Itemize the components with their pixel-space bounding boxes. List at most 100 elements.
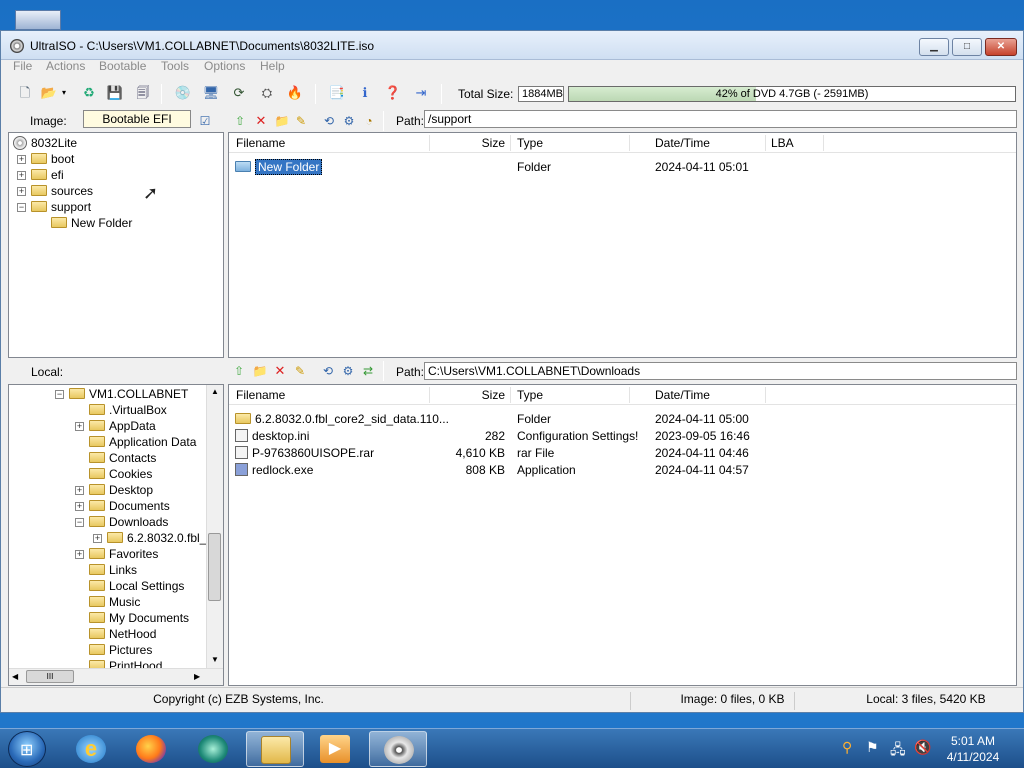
local-row-filename[interactable]: 6.2.8032.0.fbl_core2_sid_data.110... (235, 411, 449, 427)
exit-icon[interactable]: ⇥ (411, 83, 431, 103)
menu-help[interactable]: Help (260, 59, 285, 73)
local-col-datetime[interactable]: Date/Time (655, 388, 710, 402)
bootable-check-icon[interactable]: ☑ (195, 111, 215, 131)
local-col-filename[interactable]: Filename (236, 388, 285, 402)
local-path-field[interactable]: C:\Users\VM1.COLLABNET\Downloads (424, 362, 1017, 380)
local-tree-item[interactable]: Downloads (89, 514, 168, 530)
column-divider[interactable] (823, 135, 824, 151)
menu-bootable[interactable]: Bootable (99, 59, 146, 73)
local-tree-root[interactable]: VM1.COLLABNET (69, 386, 188, 402)
settings-gear-icon[interactable]: ⚙ (339, 111, 359, 131)
local-tree-item[interactable]: Pictures (89, 642, 152, 658)
local-tree-item[interactable]: Contacts (89, 450, 156, 466)
open-icon[interactable]: 📂 (39, 83, 59, 103)
taskbar-ultraiso[interactable] (369, 731, 427, 767)
capacity-bar[interactable]: 42% of DVD 4.7GB (- 2591MB) (568, 86, 1016, 102)
local-rename-icon[interactable]: ✎ (290, 361, 310, 381)
scroll-thumb[interactable] (208, 533, 221, 601)
local-tree-item[interactable]: Desktop (89, 482, 153, 498)
menu-tools[interactable]: Tools (161, 59, 189, 73)
iso-col-size[interactable]: Size (439, 136, 505, 150)
expand-sources-icon[interactable]: + (17, 187, 26, 196)
tree-expander-icon[interactable]: + (75, 486, 84, 495)
column-divider[interactable] (765, 387, 766, 403)
search-tray-icon[interactable]: ⚲ (842, 739, 852, 756)
local-delete-icon[interactable]: ✕ (270, 361, 290, 381)
local-tree-item[interactable]: .VirtualBox (89, 402, 167, 418)
iso-tree-item-new-folder[interactable]: New Folder (51, 215, 132, 231)
local-tree-hscroll[interactable]: ◀ III ▶ (9, 668, 223, 685)
iso-col-datetime[interactable]: Date/Time (655, 136, 710, 150)
expand-efi-icon[interactable]: + (17, 171, 26, 180)
rename-field[interactable]: New Folder (255, 159, 323, 175)
iso-row-filename[interactable]: New Folder (235, 159, 323, 175)
local-go-up-icon[interactable]: ⇧ (229, 361, 249, 381)
local-tree-item[interactable]: 6.2.8032.0.fbl_c (107, 530, 212, 546)
hscroll-thumb[interactable]: III (26, 670, 74, 683)
local-tree-item[interactable]: Cookies (89, 466, 152, 482)
iso-tree-item-support[interactable]: support (31, 199, 91, 215)
column-divider[interactable] (629, 135, 630, 151)
tree-expander-icon[interactable]: + (75, 502, 84, 511)
iso-tree-item-sources[interactable]: sources (31, 183, 93, 199)
local-row-filename[interactable]: P-9763860UISOPE.rar (235, 445, 374, 461)
refresh-icon[interactable]: ⟲ (319, 111, 339, 131)
menu-options[interactable]: Options (204, 59, 245, 73)
maximize-button[interactable]: □ (952, 38, 982, 56)
iso-col-type[interactable]: Type (517, 136, 543, 150)
local-tree-item[interactable]: Music (89, 594, 140, 610)
local-tree-item[interactable]: AppData (89, 418, 156, 434)
burn-image-icon[interactable]: 🔥 (285, 83, 305, 103)
local-settings-gear-icon[interactable]: ⚙ (338, 361, 358, 381)
local-new-folder-icon[interactable]: 📁 (250, 361, 270, 381)
tree-expander-icon[interactable]: + (75, 550, 84, 559)
menu-actions[interactable]: Actions (46, 59, 85, 73)
local-col-type[interactable]: Type (517, 388, 543, 402)
iso-col-lba[interactable]: LBA (771, 136, 794, 150)
tree-expander-icon[interactable]: − (75, 518, 84, 527)
local-tree-item[interactable]: Links (89, 562, 137, 578)
image-type-field[interactable]: Bootable EFI (83, 110, 191, 128)
local-col-size[interactable]: Size (439, 388, 505, 402)
column-divider[interactable] (429, 387, 430, 403)
taskbar-media[interactable]: ▶ (306, 731, 364, 767)
scroll-up-icon[interactable]: ▲ (211, 387, 219, 396)
local-tree-item[interactable]: Application Data (89, 434, 196, 450)
volume-muted-icon[interactable]: 🔇 (914, 739, 931, 756)
iso-col-filename[interactable]: Filename (236, 136, 285, 150)
expand-boot-icon[interactable]: + (17, 155, 26, 164)
scroll-down-icon[interactable]: ▼ (211, 655, 219, 664)
network-tray-icon[interactable]: 🖧 (890, 739, 906, 763)
column-divider[interactable] (765, 135, 766, 151)
new-icon[interactable]: 🗋 (15, 83, 35, 103)
local-row-filename[interactable]: desktop.ini (235, 428, 309, 444)
close-button[interactable]: ✕ (985, 38, 1017, 56)
local-tree-item[interactable]: Favorites (89, 546, 158, 562)
local-refresh-icon[interactable]: ⟲ (318, 361, 338, 381)
column-divider[interactable] (510, 387, 511, 403)
save-icon[interactable]: 💾 (105, 83, 125, 103)
make-cd-image-icon[interactable]: 💿 (173, 83, 193, 103)
save-as-icon[interactable]: 🗐 (133, 83, 153, 103)
taskbar-firefox[interactable] (122, 731, 180, 767)
iso-path-field[interactable]: /support (424, 110, 1017, 128)
local-tree-item[interactable]: Local Settings (89, 578, 184, 594)
delete-icon[interactable]: ✕ (251, 111, 271, 131)
column-divider[interactable] (629, 387, 630, 403)
local-tree-item[interactable]: NetHood (89, 626, 156, 642)
convert-image-icon[interactable]: ⟳ (229, 83, 249, 103)
taskbar-app[interactable] (184, 731, 242, 767)
iso-tree-item-boot[interactable]: boot (31, 151, 74, 167)
start-button[interactable]: ⊞ (8, 731, 46, 767)
collapse-support-icon[interactable]: − (17, 203, 26, 212)
menu-file[interactable]: File (13, 59, 32, 73)
iso-root-node[interactable]: 8032Lite (13, 135, 77, 151)
taskbar-ie[interactable]: e (62, 731, 120, 767)
column-divider[interactable] (510, 135, 511, 151)
scroll-left-icon[interactable]: ◀ (12, 672, 18, 681)
properties-icon[interactable]: 📑 (327, 83, 347, 103)
tree-expander-icon[interactable]: + (93, 534, 102, 543)
local-tree-item[interactable]: My Documents (89, 610, 189, 626)
local-tree-vscroll[interactable]: ▲ ▼ (206, 385, 223, 669)
clock[interactable]: 5:01 AM 4/11/2024 (940, 733, 1006, 765)
